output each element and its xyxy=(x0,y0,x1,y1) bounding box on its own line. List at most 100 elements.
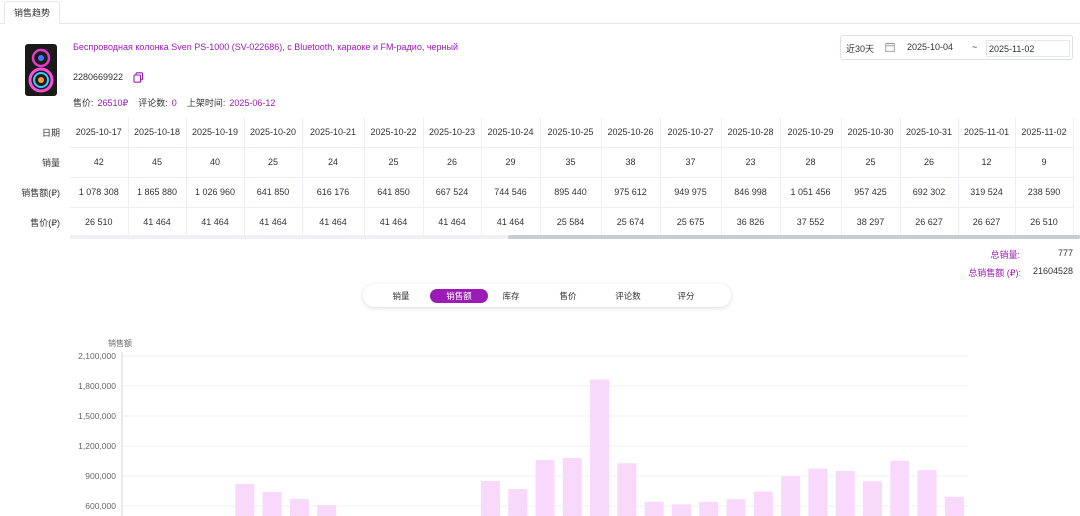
total-sales-value: 777 xyxy=(1057,248,1073,258)
date-preset[interactable]: 近30天 xyxy=(846,42,874,55)
table-cell: 9 xyxy=(1015,146,1074,178)
chart-bar xyxy=(699,501,719,516)
listed-value: 2025-06-12 xyxy=(229,98,276,108)
table-header-cell: 2025-10-27 xyxy=(660,117,722,147)
chart-bar xyxy=(944,496,964,516)
chart-bar xyxy=(808,468,828,516)
table-cell: 1 078 308 xyxy=(70,177,129,208)
table-header-cell: 2025-10-29 xyxy=(780,117,842,147)
chart-bar xyxy=(235,484,255,516)
table-cell: 26 627 xyxy=(958,207,1016,238)
table-cell: 616 176 xyxy=(302,177,365,208)
table-cell: 641 850 xyxy=(244,177,303,208)
metric-tab[interactable]: 评论数 xyxy=(608,289,648,303)
table-cell: 36 826 xyxy=(721,207,781,238)
table-cell: 846 998 xyxy=(721,177,781,208)
table-cell: 28 xyxy=(780,146,842,178)
revenue-bar-chart: 销售额 2,100,000 1,800,000 1,500,000 1,200,000 9… xyxy=(78,338,968,516)
chart-bar xyxy=(289,499,309,516)
y-tick-label: 600,000 xyxy=(85,501,116,511)
table-header-cell: 2025-10-28 xyxy=(721,117,781,147)
table-cell: 319 524 xyxy=(958,177,1016,208)
product-id: 2280669922 xyxy=(73,72,124,82)
table-cell: 25 xyxy=(364,146,424,178)
metric-tab[interactable]: 销售额 xyxy=(430,289,488,303)
table-header-cell: 2025-10-17 xyxy=(70,117,129,147)
date-end-input[interactable]: 2025-11-02 xyxy=(986,40,1070,57)
price-value: 26510₽ xyxy=(97,98,129,108)
chart-bar xyxy=(835,471,855,516)
date-range-picker[interactable]: 近30天 2025-10-04 ~ 2025-11-02 xyxy=(840,35,1073,60)
table-cell: 1 051 456 xyxy=(780,177,842,208)
total-revenue-label: 总销售额 (₽): xyxy=(968,268,1021,278)
y-tick-label: 2,100,000 xyxy=(78,351,116,361)
product-title-link[interactable]: Беспроводная колонка Sven PS-1000 (SV-02… xyxy=(73,42,458,52)
table-cell: 949 975 xyxy=(660,177,722,208)
chart-bar xyxy=(862,481,882,516)
tab-sales-trend[interactable]: 销售趋势 xyxy=(4,1,61,24)
table-header-cell: 2025-10-19 xyxy=(186,117,245,147)
table-cell: 692 302 xyxy=(900,177,959,208)
table-cell: 25 584 xyxy=(540,207,602,238)
chart-bar xyxy=(781,476,801,516)
listed-label: 上架时间: xyxy=(186,98,226,108)
daily-stats-table: 日期 2025-10-17 2025-10-18 2025-10-19 2025-10-… xyxy=(20,117,1074,238)
chart-bar xyxy=(590,379,610,516)
table-cell: 35 xyxy=(540,146,602,178)
row-header: 日期 xyxy=(41,127,60,138)
row-header: 售价(₽) xyxy=(30,217,60,228)
chart-bar xyxy=(753,491,773,516)
table-header-cell: 2025-10-23 xyxy=(423,117,482,147)
chart-bar xyxy=(644,501,664,516)
table-cell: 26 510 xyxy=(1015,207,1074,238)
table-cell: 40 xyxy=(186,146,245,178)
table-cell: 25 xyxy=(841,146,901,178)
table-cell: 895 440 xyxy=(540,177,602,208)
metric-tab[interactable]: 库存 xyxy=(491,289,531,303)
table-cell: 26 627 xyxy=(900,207,959,238)
table-cell: 45 xyxy=(128,146,187,178)
table-scrollbar-thumb[interactable] xyxy=(508,235,1080,239)
metric-tab[interactable]: 售价 xyxy=(548,289,588,303)
date-separator: ~ xyxy=(972,42,978,52)
table-cell: 41 464 xyxy=(423,207,482,238)
chart-bar xyxy=(617,463,637,516)
table-cell: 667 524 xyxy=(423,177,482,208)
date-start-input[interactable]: 2025-10-04 xyxy=(907,42,953,52)
table-header-cell: 2025-10-20 xyxy=(244,117,303,147)
chart-bar xyxy=(480,481,500,516)
table-header-cell: 2025-10-30 xyxy=(841,117,901,147)
table-cell: 23 xyxy=(721,146,781,178)
table-cell: 41 464 xyxy=(186,207,245,238)
table-cell: 38 xyxy=(601,146,661,178)
metric-tab-group: 销量 销售额 库存 售价 评论数 评分 xyxy=(363,284,731,307)
table-cell: 41 464 xyxy=(364,207,424,238)
chart-bar xyxy=(262,492,282,516)
table-cell: 24 xyxy=(302,146,365,178)
product-image xyxy=(25,44,57,96)
chart-bar xyxy=(726,499,746,516)
metric-tab[interactable]: 销量 xyxy=(381,289,421,303)
table-cell: 744 546 xyxy=(481,177,541,208)
chart-bar xyxy=(917,470,937,516)
chart-bar xyxy=(508,489,528,516)
chart-bar xyxy=(671,504,691,516)
table-cell: 1 026 960 xyxy=(186,177,245,208)
total-revenue-value: 21604528 xyxy=(1032,266,1073,276)
table-header-cell: 2025-10-31 xyxy=(900,117,959,147)
table-row-sales: 销量 42 45 40 25 24 25 26 29 35 38 37 23 28 25 26 12 9 xyxy=(20,146,1074,178)
y-axis-label: 销售额 xyxy=(108,338,132,348)
y-tick-label: 1,200,000 xyxy=(78,441,116,451)
metric-tab[interactable]: 评分 xyxy=(666,289,706,303)
table-header-cell: 2025-10-22 xyxy=(364,117,424,147)
table-cell: 26 510 xyxy=(70,207,129,238)
copy-icon[interactable] xyxy=(133,72,144,83)
table-cell: 25 675 xyxy=(660,207,722,238)
total-sales-label: 总销量: xyxy=(990,250,1020,260)
table-cell: 25 674 xyxy=(601,207,661,238)
chart-bar xyxy=(317,505,337,516)
table-cell: 957 425 xyxy=(841,177,901,208)
table-cell: 37 552 xyxy=(780,207,842,238)
row-header: 销售额(₽) xyxy=(21,187,60,198)
table-cell: 238 590 xyxy=(1015,177,1074,208)
